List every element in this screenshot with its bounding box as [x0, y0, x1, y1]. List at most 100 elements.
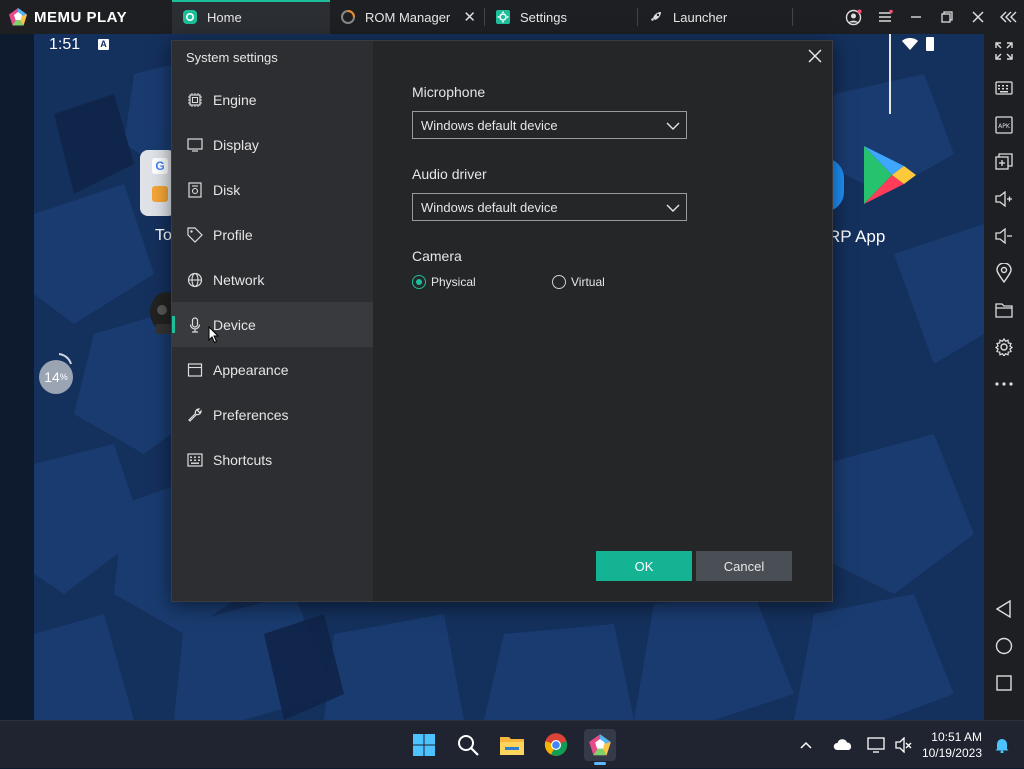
taskbar-clock[interactable]: 10:51 AM 10/19/2023	[922, 729, 982, 761]
microphone-select[interactable]: Windows default device	[412, 111, 687, 139]
radio-selected-icon	[412, 275, 426, 289]
microphone-label: Microphone	[412, 84, 486, 100]
volume-muted-icon[interactable]	[892, 737, 916, 753]
taskbar-time: 10:51 AM	[931, 730, 982, 744]
chevron-down-icon	[666, 122, 680, 130]
nav-label-profile: Profile	[213, 226, 253, 243]
rocket-icon	[648, 9, 664, 25]
nav-label-engine: Engine	[213, 91, 257, 108]
nav-item-disk[interactable]: Disk	[172, 167, 373, 212]
windows-taskbar: 10:51 AM 10/19/2023	[0, 720, 1024, 768]
camera-label: Camera	[412, 248, 462, 264]
nav-item-engine[interactable]: Engine	[172, 77, 373, 122]
dialog-title: System settings	[186, 50, 278, 65]
system-settings-dialog: System settings Engine Display Disk Prof…	[171, 40, 833, 602]
network-icon	[186, 271, 204, 289]
window-controls	[838, 0, 1024, 34]
nav-item-preferences[interactable]: Preferences	[172, 392, 373, 437]
microphone-value: Windows default device	[421, 117, 558, 133]
chevron-up-icon[interactable]	[796, 741, 816, 749]
notification-bell-icon[interactable]	[994, 737, 1010, 758]
home-icon[interactable]	[994, 636, 1014, 656]
nav-item-appearance[interactable]: Appearance	[172, 347, 373, 392]
account-icon[interactable]	[838, 0, 869, 34]
settings-tab-icon	[495, 9, 511, 25]
more-icon[interactable]	[994, 374, 1014, 394]
memu-logo-icon	[9, 8, 27, 26]
tab-settings[interactable]: Settings	[485, 0, 637, 34]
camera-physical-label: Physical	[431, 275, 476, 289]
ok-button[interactable]: OK	[596, 551, 692, 581]
file-explorer-icon[interactable]	[496, 729, 528, 761]
chrome-icon[interactable]	[540, 729, 572, 761]
tab-rom-manager[interactable]: ROM Manager ✕	[330, 0, 484, 34]
tab-settings-label: Settings	[520, 9, 567, 25]
collapse-sidebar-icon[interactable]	[993, 0, 1024, 34]
title-bar: MEMU PLAY Home ROM Manager ✕ Settings La…	[0, 0, 1024, 34]
active-app-indicator	[594, 762, 606, 765]
tools-app-label: To	[155, 227, 172, 244]
windows-start-icon[interactable]	[408, 729, 440, 761]
volume-down-icon[interactable]	[994, 226, 1014, 246]
tab-home[interactable]: Home	[172, 0, 330, 34]
dialog-close-icon[interactable]	[806, 47, 824, 65]
wifi-icon	[902, 38, 918, 50]
nav-item-shortcuts[interactable]: Shortcuts	[172, 437, 373, 482]
profile-icon	[186, 226, 204, 244]
google-mini-icon: G	[152, 158, 168, 174]
system-tray	[796, 721, 916, 769]
fullscreen-icon[interactable]	[994, 41, 1014, 61]
close-tab-icon[interactable]: ✕	[463, 8, 476, 26]
tab-separator	[792, 8, 793, 26]
minimize-icon[interactable]	[900, 0, 931, 34]
nav-label-preferences: Preferences	[213, 406, 289, 423]
wrench-icon	[186, 406, 204, 424]
tab-launcher-label: Launcher	[673, 9, 728, 25]
search-icon[interactable]	[452, 729, 484, 761]
location-icon[interactable]	[994, 263, 1014, 283]
wallpaper-line	[889, 34, 891, 114]
nav-item-display[interactable]: Display	[172, 122, 373, 167]
apk-icon[interactable]: APK	[994, 115, 1014, 135]
audio-driver-select[interactable]: Windows default device	[412, 193, 687, 221]
microphone-icon	[186, 316, 204, 334]
display-icon	[186, 136, 204, 154]
settings-gear-icon[interactable]	[994, 337, 1014, 357]
keyboard-shortcuts-icon	[186, 451, 204, 469]
menu-icon[interactable]	[869, 0, 900, 34]
tab-rom-manager-label: ROM Manager	[365, 9, 451, 25]
right-sidebar: APK	[984, 34, 1024, 720]
restore-icon[interactable]	[931, 0, 962, 34]
folder-icon[interactable]	[994, 300, 1014, 320]
progress-arc	[58, 353, 72, 365]
camera-virtual-radio[interactable]: Virtual	[552, 275, 605, 289]
audio-driver-value: Windows default device	[421, 199, 558, 215]
volume-up-icon[interactable]	[994, 189, 1014, 209]
onedrive-icon[interactable]	[828, 739, 858, 751]
android-clock: 1:51	[49, 36, 81, 53]
nav-label-disk: Disk	[213, 181, 241, 198]
recents-icon[interactable]	[994, 673, 1014, 693]
nav-item-profile[interactable]: Profile	[172, 212, 373, 257]
back-icon[interactable]	[994, 599, 1014, 619]
progress-unit: %	[59, 372, 68, 382]
rom-manager-tab-icon	[340, 9, 356, 25]
cancel-button[interactable]: Cancel	[696, 551, 792, 581]
memu-taskbar-icon[interactable]	[584, 729, 616, 765]
engine-icon	[186, 91, 204, 109]
radio-unselected-icon	[552, 275, 566, 289]
nav-item-device[interactable]: Device	[172, 302, 373, 347]
nav-item-network[interactable]: Network	[172, 257, 373, 302]
app-name: MEMU PLAY	[34, 8, 128, 26]
tab-launcher[interactable]: Launcher	[638, 0, 792, 34]
mouse-cursor-icon	[208, 326, 220, 344]
network-monitor-icon[interactable]	[864, 737, 888, 753]
play-store-icon[interactable]	[862, 144, 918, 206]
keyboard-icon[interactable]	[994, 78, 1014, 98]
camera-physical-radio[interactable]: Physical	[412, 275, 476, 289]
svg-text:APK: APK	[998, 123, 1011, 130]
multi-instance-icon[interactable]	[994, 152, 1014, 172]
close-window-icon[interactable]	[962, 0, 993, 34]
nav-label-appearance: Appearance	[213, 361, 289, 378]
audio-driver-label: Audio driver	[412, 166, 487, 182]
